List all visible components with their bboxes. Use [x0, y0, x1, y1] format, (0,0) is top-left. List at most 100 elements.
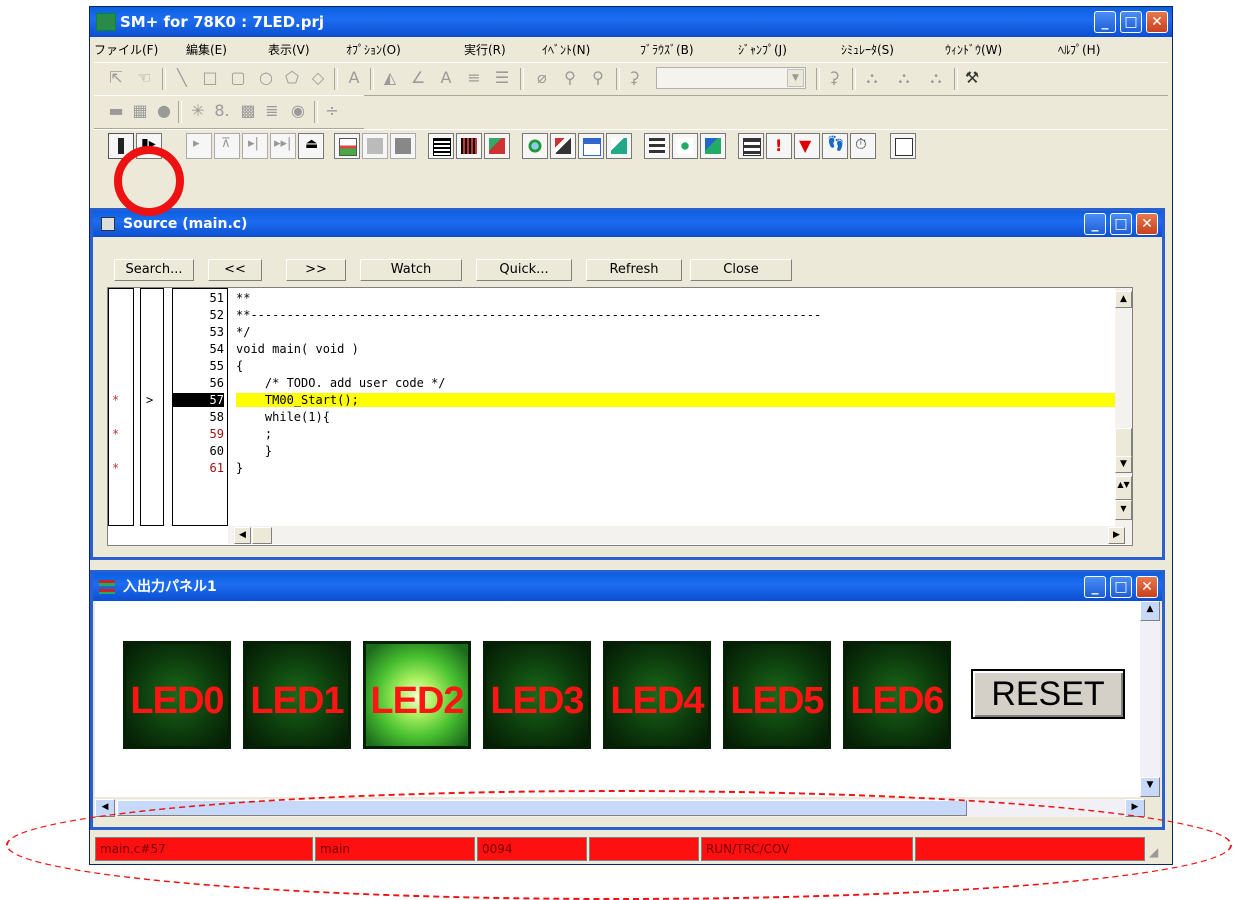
step-in-button[interactable]: ▸: [186, 133, 212, 159]
minimize-button[interactable]: _: [1094, 11, 1116, 33]
text-tool-icon[interactable]: A: [344, 68, 364, 88]
fill-color-icon[interactable]: ◭: [380, 68, 400, 88]
source-code-pane[interactable]: 51 ** 52 **--------------------------------…: [107, 287, 1133, 546]
menu-simulator[interactable]: ｼﾐｭﾚｰﾀ(S): [841, 41, 894, 58]
source-line[interactable]: 51 **: [108, 291, 1108, 305]
source-line[interactable]: 60 }: [108, 444, 1108, 458]
eraser-tool-icon[interactable]: ⌀: [532, 68, 552, 88]
dropdown-arrow-icon[interactable]: ▼: [787, 69, 804, 87]
next-button[interactable]: >>: [286, 259, 346, 281]
event-setting-button[interactable]: [672, 133, 698, 159]
main-titlebar[interactable]: SM+ for 78K0 : 7LED.prj _ □ ✕: [90, 7, 1172, 37]
led-2[interactable]: LED2: [363, 641, 471, 749]
circle-part-icon[interactable]: ●: [154, 101, 174, 121]
break-setting-button[interactable]: [700, 133, 726, 159]
dash-style-icon[interactable]: ☰: [492, 68, 512, 88]
pin-group-icon[interactable]: ⚲: [588, 68, 608, 88]
memory-button[interactable]: [390, 133, 416, 159]
register-button[interactable]: [428, 133, 454, 159]
menu-edit[interactable]: 編集(E): [186, 41, 227, 58]
level-part-icon[interactable]: ≣: [262, 101, 282, 121]
source-line[interactable]: * >57 TM00_Start();: [108, 393, 1132, 407]
source-line[interactable]: 52 **------------------------------------…: [108, 308, 1108, 322]
source-close-button[interactable]: ✕: [1136, 213, 1158, 235]
ignore-break-button[interactable]: ▸▸|: [270, 133, 296, 159]
alert-button[interactable]: !: [766, 133, 792, 159]
scroll-down-icon[interactable]: ▼: [1115, 456, 1132, 473]
source-line[interactable]: 53 */: [108, 325, 1108, 339]
pin-b-icon[interactable]: ⛬: [894, 68, 914, 88]
source-horizontal-scrollbar[interactable]: ◀ ▶: [228, 526, 1132, 544]
close-button[interactable]: ✕: [1146, 11, 1168, 33]
font-color-icon[interactable]: A: [436, 68, 456, 88]
page-jump-icon[interactable]: ▲▼: [1115, 476, 1132, 500]
h-scroll-thumb[interactable]: [252, 527, 272, 544]
menu-run[interactable]: 実行(R): [464, 41, 506, 58]
polygon-tool-icon[interactable]: ◇: [308, 68, 328, 88]
reset-button[interactable]: RESET: [971, 669, 1125, 719]
source-titlebar[interactable]: Source (main.c) _ □ ✕: [93, 211, 1162, 237]
segment-part-icon[interactable]: 8.: [212, 101, 232, 121]
zoom-combobox[interactable]: ▼: [656, 67, 806, 89]
menu-event[interactable]: ｲﾍﾞﾝﾄ(N): [542, 41, 590, 58]
wizard-icon[interactable]: ⚒: [962, 68, 982, 88]
align-tool-icon[interactable]: ⚳: [824, 68, 844, 88]
connect-tool-icon[interactable]: ⚳: [624, 68, 644, 88]
matrix-part-icon[interactable]: ▩: [238, 101, 258, 121]
io-panel-button[interactable]: [890, 133, 916, 159]
io-scroll-up-icon[interactable]: ▲: [1140, 601, 1160, 621]
freeform-tool-icon[interactable]: ⬠: [282, 68, 302, 88]
source-vertical-scrollbar[interactable]: ▲ ▼ ▲▼ ▼: [1115, 288, 1132, 526]
watch-button[interactable]: [522, 133, 548, 159]
ellipse-tool-icon[interactable]: ○: [256, 68, 276, 88]
menu-help[interactable]: ﾍﾙﾌﾟ(H): [1058, 41, 1100, 58]
timer-button[interactable]: [738, 133, 764, 159]
led-6[interactable]: LED6: [843, 641, 951, 749]
spin-part-icon[interactable]: ÷: [322, 101, 342, 121]
snap-button[interactable]: 👣: [822, 133, 848, 159]
local-var-button[interactable]: [484, 133, 510, 159]
stack-button[interactable]: [550, 133, 576, 159]
rectangle-tool-icon[interactable]: □: [200, 68, 220, 88]
watch-source-button[interactable]: Watch: [360, 259, 462, 281]
led-4[interactable]: LED4: [603, 641, 711, 749]
pin-tool-icon[interactable]: ⚲: [560, 68, 580, 88]
menu-jump[interactable]: ｼﾞｬﾝﾌﾟ(J): [738, 41, 787, 58]
next-over-button[interactable]: ▸|: [242, 133, 268, 159]
source-line[interactable]: 55 {: [108, 359, 1108, 373]
page-jump2-icon[interactable]: ▼: [1115, 500, 1132, 520]
quick-button[interactable]: Quick...: [476, 259, 572, 281]
io-panel-titlebar[interactable]: 入出力パネル1 _ □ ✕: [93, 573, 1162, 601]
source-line[interactable]: * 61}: [108, 461, 1108, 475]
led-part-icon[interactable]: ✳: [188, 101, 208, 121]
block-icon[interactable]: ▬: [106, 101, 126, 121]
pin-c-icon[interactable]: ⛬: [926, 68, 946, 88]
source-line[interactable]: * 59 ;: [108, 427, 1108, 441]
grid-icon[interactable]: ▦: [130, 101, 150, 121]
maximize-button[interactable]: □: [1120, 11, 1142, 33]
timer-event-button[interactable]: ⏱: [850, 133, 876, 159]
breakpoint-marker[interactable]: *: [112, 393, 119, 407]
menu-view[interactable]: 表示(V): [268, 41, 310, 58]
io-scroll-down-icon[interactable]: ▼: [1140, 777, 1160, 797]
assemble-button[interactable]: [362, 133, 388, 159]
event-manager-button[interactable]: [644, 133, 670, 159]
prev-button[interactable]: <<: [208, 259, 262, 281]
scroll-up-icon[interactable]: ▲: [1115, 291, 1132, 308]
led-1[interactable]: LED1: [243, 641, 351, 749]
led-0[interactable]: LED0: [123, 641, 231, 749]
io-vertical-scrollbar[interactable]: ▲ ▼: [1140, 601, 1160, 797]
rounded-rect-tool-icon[interactable]: ▢: [228, 68, 248, 88]
step-out-button[interactable]: ⊼: [214, 133, 240, 159]
source-line[interactable]: 56 /* TODO. add user code */: [108, 376, 1108, 390]
io-close-button[interactable]: ✕: [1136, 576, 1158, 598]
source-line[interactable]: 54 void main( void ): [108, 342, 1108, 356]
io-minimize-button[interactable]: _: [1084, 576, 1106, 598]
source-maximize-button[interactable]: □: [1110, 213, 1132, 235]
search-button[interactable]: Search...: [114, 259, 194, 281]
source-button[interactable]: [334, 133, 360, 159]
stop-event-button[interactable]: ▼: [794, 133, 820, 159]
led-5[interactable]: LED5: [723, 641, 831, 749]
hand-tool-icon[interactable]: ☜: [134, 68, 154, 88]
menu-option[interactable]: ｵﾌﾟｼｮﾝ(O): [346, 41, 401, 58]
